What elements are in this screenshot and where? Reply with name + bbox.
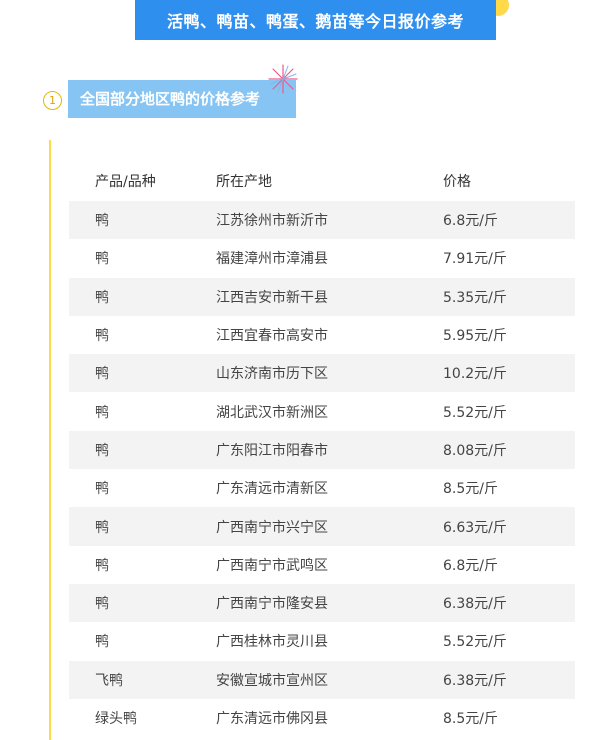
table-row: 鸭 广东阳江市阳春市 8.08元/斤 — [69, 430, 575, 470]
cell-product: 鸭 — [95, 557, 109, 574]
cell-product: 鸭 — [95, 481, 109, 498]
cell-product: 鸭 — [95, 404, 109, 421]
cell-origin: 广西南宁市兴宁区 — [216, 519, 328, 536]
table-body: 鸭江苏徐州市新沂市 6.8元/斤鸭福建漳州市漳浦县 7.91元/斤鸭江西吉安市新干县… — [69, 201, 575, 737]
cell-product: 鸭 — [95, 251, 109, 268]
cell-price: 6.63元/斤 — [443, 519, 507, 536]
page-banner: 活鸭、鸭苗、鸭蛋、鹅苗等今日报价参考 — [135, 0, 496, 40]
cell-origin: 广西南宁市武鸣区 — [216, 557, 328, 574]
cell-origin: 广东清远市佛冈县 — [216, 711, 328, 727]
header-price: 价格 — [443, 174, 471, 190]
cell-product: 鸭 — [95, 596, 109, 613]
cell-origin: 广西南宁市隆安县 — [216, 596, 328, 613]
firework-icon — [268, 64, 298, 94]
cell-origin: 湖北武汉市新洲区 — [216, 404, 328, 421]
table-row: 鸭 江西宜春市高安市 5.95元/斤 — [69, 316, 575, 354]
header-product: 产品/品种 — [95, 174, 156, 190]
table-row: 鸭 福建漳州市漳浦县 7.91元/斤 — [69, 239, 575, 277]
cell-origin: 广东阳江市阳春市 — [216, 442, 328, 459]
cell-price: 6.38元/斤 — [443, 672, 507, 689]
table-row: 鸭 山东济南市历下区 10.2元/斤 — [69, 354, 575, 393]
cell-product: 飞鸭 — [95, 672, 123, 689]
section-title: 全国部分地区鸭的价格参考 — [68, 80, 296, 118]
cell-price: 5.52元/斤 — [443, 404, 507, 421]
cell-product: 鸭 — [95, 213, 109, 230]
cell-price: 7.91元/斤 — [443, 251, 507, 268]
cell-product: 绿头鸭 — [95, 711, 137, 727]
cell-price: 6.38元/斤 — [443, 596, 507, 613]
cell-origin: 江西宜春市高安市 — [216, 328, 328, 345]
cell-price: 5.35元/斤 — [443, 289, 507, 306]
table-row: 鸭 广西南宁市武鸣区 6.8元/斤 — [69, 546, 575, 584]
cell-price: 6.8元/斤 — [443, 557, 498, 574]
price-table: 产品/品种 所在产地 价格 鸭江苏徐州市新沂市 6.8元/斤鸭福建漳州市漳浦县 7.… — [69, 161, 575, 737]
cell-product: 鸭 — [95, 289, 109, 306]
table-row: 鸭 江苏徐州市新沂市 6.8元/斤 — [69, 201, 575, 240]
cell-origin: 广东清远市清新区 — [216, 481, 328, 498]
cell-price: 5.52元/斤 — [443, 634, 507, 651]
cell-origin: 福建漳州市漳浦县 — [216, 251, 328, 268]
cell-product: 鸭 — [95, 634, 109, 651]
cell-price: 6.8元/斤 — [443, 213, 498, 230]
cell-origin: 山东济南市历下区 — [216, 366, 328, 383]
cell-price: 8.5元/斤 — [443, 711, 498, 727]
section-side-line — [49, 140, 51, 740]
cell-product: 鸭 — [95, 366, 109, 383]
table-row: 绿头鸭 广东清远市佛冈县 8.5元/斤 — [69, 699, 575, 737]
section-number-badge: 1 — [43, 91, 62, 110]
cell-product: 鸭 — [95, 442, 109, 459]
cell-origin: 广西桂林市灵川县 — [216, 634, 328, 651]
cell-price: 8.08元/斤 — [443, 442, 507, 459]
cell-price: 8.5元/斤 — [443, 481, 498, 498]
table-row: 鸭 广东清远市清新区 8.5元/斤 — [69, 469, 575, 507]
cell-origin: 江苏徐州市新沂市 — [216, 213, 328, 230]
cell-origin: 江西吉安市新干县 — [216, 289, 328, 306]
table-row: 鸭 广西南宁市隆安县 6.38元/斤 — [69, 583, 575, 623]
table-row: 飞鸭 安徽宣城市宣州区 6.38元/斤 — [69, 660, 575, 699]
table-row: 鸭 湖北武汉市新洲区 5.52元/斤 — [69, 392, 575, 430]
cell-price: 10.2元/斤 — [443, 366, 507, 383]
table-row: 鸭 江西吉安市新干县 5.35元/斤 — [69, 277, 575, 316]
cell-product: 鸭 — [95, 519, 109, 536]
cell-origin: 安徽宣城市宣州区 — [216, 672, 328, 689]
header-origin: 所在产地 — [216, 174, 272, 190]
table-row: 鸭 广西桂林市灵川县 5.52元/斤 — [69, 622, 575, 660]
table-header-row: 产品/品种 所在产地 价格 — [69, 161, 575, 201]
cell-price: 5.95元/斤 — [443, 328, 507, 345]
table-row: 鸭 广西南宁市兴宁区 6.63元/斤 — [69, 507, 575, 546]
cell-product: 鸭 — [95, 328, 109, 345]
